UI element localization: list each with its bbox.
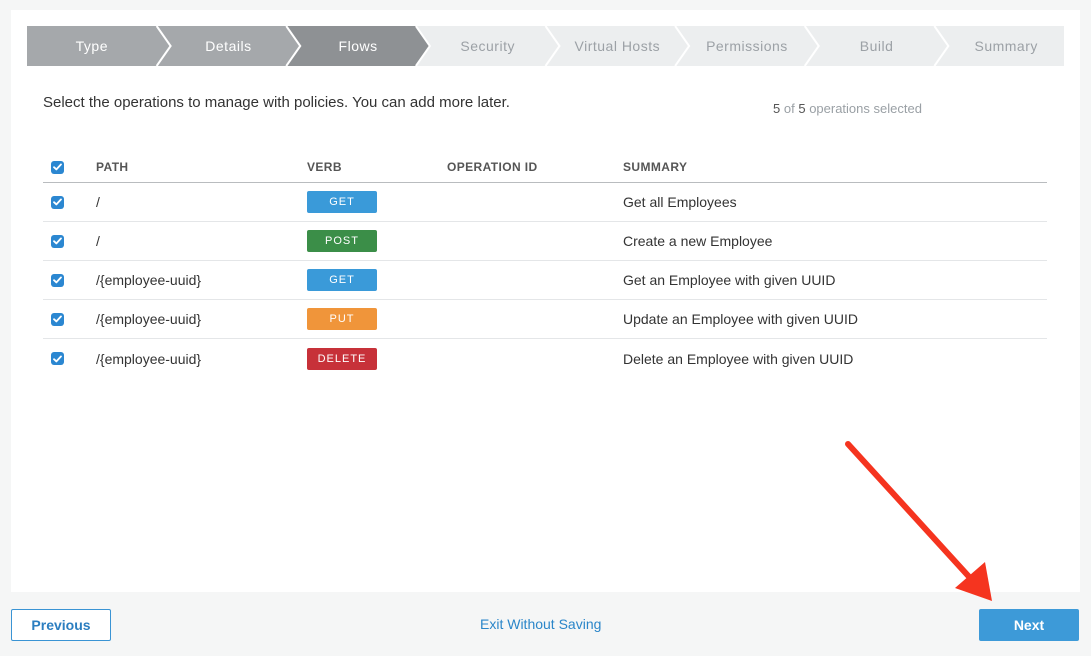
row-summary: Create a new Employee bbox=[623, 233, 773, 249]
total-count: 5 bbox=[798, 101, 806, 116]
verb-badge: DELETE bbox=[307, 347, 377, 370]
row-checkbox[interactable] bbox=[51, 183, 65, 221]
checkbox-checked-icon bbox=[51, 234, 64, 248]
header-summary[interactable]: SUMMARY bbox=[623, 152, 687, 182]
table-row[interactable]: /{employee-uuid} PUT Update an Employee … bbox=[43, 300, 1047, 339]
selection-counter: 5 of 5 operations selected bbox=[773, 101, 922, 116]
checkbox-checked-icon bbox=[51, 312, 64, 326]
exit-without-saving-link[interactable]: Exit Without Saving bbox=[480, 616, 601, 632]
table-row[interactable]: /{employee-uuid} GET Get an Employee wit… bbox=[43, 261, 1047, 300]
row-verb: POST bbox=[307, 222, 377, 260]
checkbox-checked-icon bbox=[51, 273, 64, 287]
table-row[interactable]: / GET Get all Employees bbox=[43, 183, 1047, 222]
counter-of: of bbox=[783, 101, 795, 116]
table-body: / GET Get all Employees / POST Create a … bbox=[43, 183, 1047, 378]
wizard-step-details[interactable]: Details bbox=[171, 26, 287, 66]
verb-badge: PUT bbox=[307, 308, 377, 330]
row-verb: DELETE bbox=[307, 339, 377, 378]
checkbox-checked-icon bbox=[51, 352, 64, 365]
wizard-step-flows[interactable]: Flows bbox=[300, 26, 416, 66]
row-path: /{employee-uuid} bbox=[96, 272, 202, 288]
row-verb: GET bbox=[307, 261, 377, 299]
row-path: / bbox=[96, 233, 100, 249]
selected-count: 5 bbox=[773, 101, 781, 116]
wizard-panel: Type Details Flows Security Virtual Hosts Per… bbox=[11, 10, 1080, 592]
table-row[interactable]: / POST Create a new Employee bbox=[43, 222, 1047, 261]
wizard-step-type[interactable]: Type bbox=[27, 26, 157, 66]
wizard-step-build[interactable]: Build bbox=[819, 26, 935, 66]
wizard-steps: Type Details Flows Security Virtual Hosts Per… bbox=[27, 26, 1064, 66]
header-verb[interactable]: VERB bbox=[307, 152, 342, 182]
row-summary: Delete an Employee with given UUID bbox=[623, 350, 854, 367]
verb-badge: POST bbox=[307, 230, 377, 252]
wizard-step-summary[interactable]: Summary bbox=[948, 26, 1064, 66]
wizard-step-security[interactable]: Security bbox=[430, 26, 546, 66]
row-summary: Get all Employees bbox=[623, 194, 737, 210]
header-operation-id[interactable]: OPERATION ID bbox=[447, 152, 538, 182]
wizard-step-virtual-hosts[interactable]: Virtual Hosts bbox=[560, 26, 676, 66]
next-button[interactable]: Next bbox=[979, 609, 1079, 641]
checkbox-checked-icon bbox=[51, 195, 64, 209]
row-checkbox[interactable] bbox=[51, 339, 65, 378]
row-checkbox[interactable] bbox=[51, 300, 65, 338]
row-checkbox[interactable] bbox=[51, 222, 65, 260]
row-path: /{employee-uuid} bbox=[96, 350, 202, 367]
header-path[interactable]: PATH bbox=[96, 152, 129, 182]
row-summary: Update an Employee with given UUID bbox=[623, 311, 859, 327]
row-verb: PUT bbox=[307, 300, 377, 338]
wizard-step-permissions[interactable]: Permissions bbox=[689, 26, 805, 66]
intro-text: Select the operations to manage with pol… bbox=[43, 94, 510, 111]
row-checkbox[interactable] bbox=[51, 261, 65, 299]
verb-badge: GET bbox=[307, 269, 377, 291]
counter-suffix: operations selected bbox=[809, 101, 922, 116]
verb-badge: GET bbox=[307, 191, 377, 213]
row-summary: Get an Employee with given UUID bbox=[623, 272, 836, 288]
checkbox-checked-icon bbox=[51, 160, 64, 174]
table-header: PATH VERB OPERATION ID SUMMARY bbox=[43, 152, 1047, 183]
row-path: /{employee-uuid} bbox=[96, 311, 202, 327]
select-all-checkbox[interactable] bbox=[51, 152, 65, 182]
row-verb: GET bbox=[307, 183, 377, 221]
operations-table: PATH VERB OPERATION ID SUMMARY / GET Get… bbox=[43, 152, 1047, 378]
table-row[interactable]: /{employee-uuid} DELETE Delete an Employ… bbox=[43, 339, 1047, 378]
row-path: / bbox=[96, 194, 100, 210]
previous-button[interactable]: Previous bbox=[11, 609, 111, 641]
